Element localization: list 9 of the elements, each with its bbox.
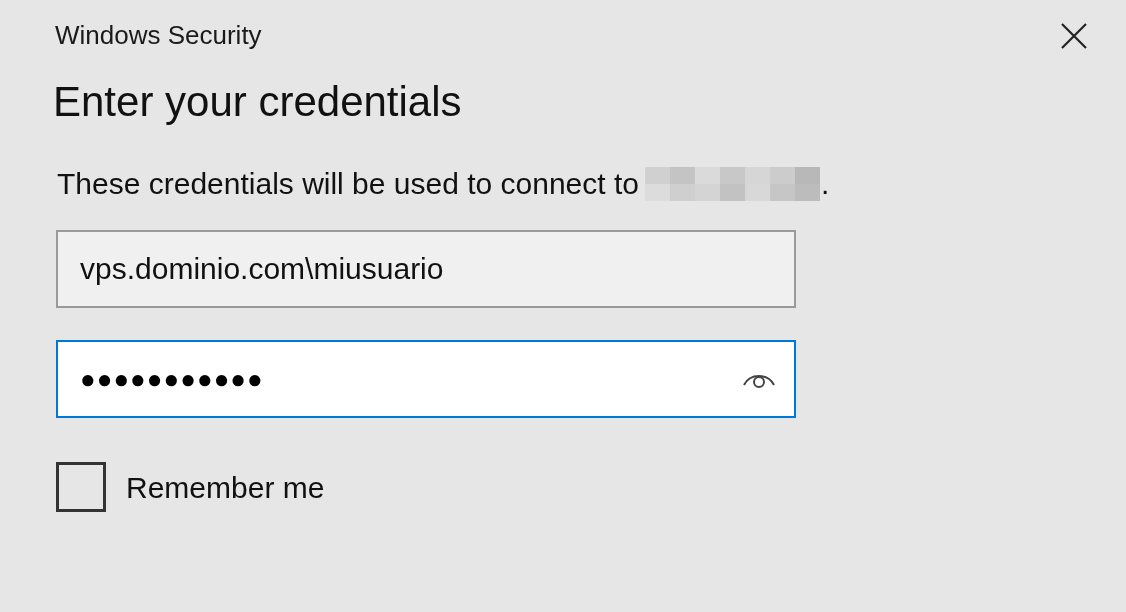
period-text: . [821, 166, 830, 202]
window-title: Windows Security [55, 19, 262, 52]
remember-label: Remember me [126, 469, 325, 506]
close-icon [1061, 23, 1087, 49]
connection-message: These credentials will be used to connect to [57, 166, 639, 202]
dialog-heading: Enter your credentials [53, 77, 463, 127]
username-field[interactable]: vps.dominio.com\miusuario [56, 230, 796, 308]
password-field[interactable]: ●●●●●●●●●●● [56, 340, 796, 418]
remember-checkbox[interactable] [56, 462, 106, 512]
